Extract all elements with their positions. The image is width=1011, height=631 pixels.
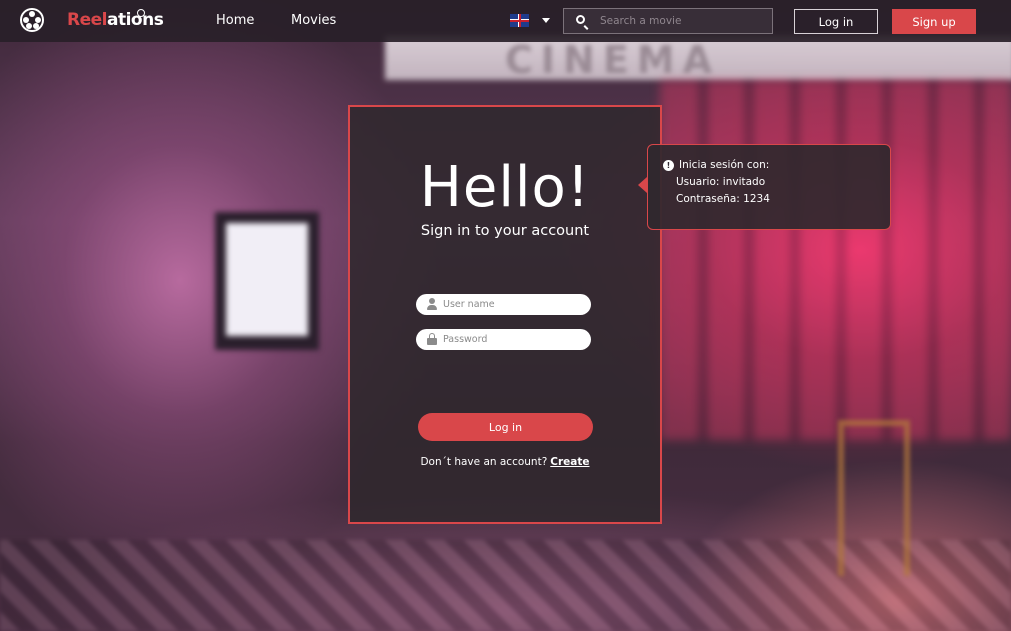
brand-part-ations: ations	[106, 10, 164, 30]
film-reel-logo-icon[interactable]	[20, 8, 44, 32]
brand-logo[interactable]: Reelations	[67, 10, 164, 30]
info-icon: !	[663, 160, 674, 171]
login-card: Hello! Sign in to your account Log in Do…	[348, 105, 662, 524]
nav-home[interactable]: Home	[216, 13, 254, 28]
tooltip-line-2: Usuario: invitado	[676, 176, 766, 188]
login-submit-button[interactable]: Log in	[418, 413, 593, 441]
tooltip-line-3: Contraseña: 1234	[676, 193, 770, 205]
cinema-sign-text: CINEMA	[505, 38, 721, 82]
user-icon	[427, 298, 437, 311]
no-account-text: Don´t have an account?	[420, 456, 548, 468]
chair	[838, 420, 910, 576]
username-input[interactable]	[443, 296, 583, 313]
search-icon[interactable]	[576, 15, 585, 24]
tooltip-line-1: Inicia sesión con:	[679, 159, 770, 171]
login-subtitle: Sign in to your account	[420, 223, 590, 239]
chevron-down-icon[interactable]	[542, 18, 550, 23]
credentials-tooltip: ! Inicia sesión con: Usuario: invitado C…	[647, 144, 891, 230]
create-account-link[interactable]: Create	[550, 456, 589, 468]
login-title: Hello!	[419, 155, 591, 220]
password-input[interactable]	[443, 331, 583, 348]
header-signup-button[interactable]: Sign up	[892, 9, 976, 34]
search-input[interactable]	[600, 12, 765, 30]
lock-icon	[427, 333, 437, 346]
wall-poster	[226, 223, 308, 336]
brand-reel-mini-icon	[137, 9, 145, 17]
brand-part-reel: Reel	[67, 10, 107, 30]
header-login-button[interactable]: Log in	[794, 9, 878, 34]
create-account-prompt: Don´t have an account? Create	[350, 456, 660, 468]
password-field	[416, 329, 591, 350]
top-navbar: Reelations Home Movies Log in Sign up	[0, 0, 1011, 42]
nav-movies[interactable]: Movies	[291, 13, 336, 28]
tooltip-arrow	[638, 177, 647, 193]
cinema-window	[660, 80, 1011, 440]
username-field	[416, 294, 591, 315]
search-box	[563, 8, 773, 34]
uk-flag-icon[interactable]	[510, 14, 529, 27]
